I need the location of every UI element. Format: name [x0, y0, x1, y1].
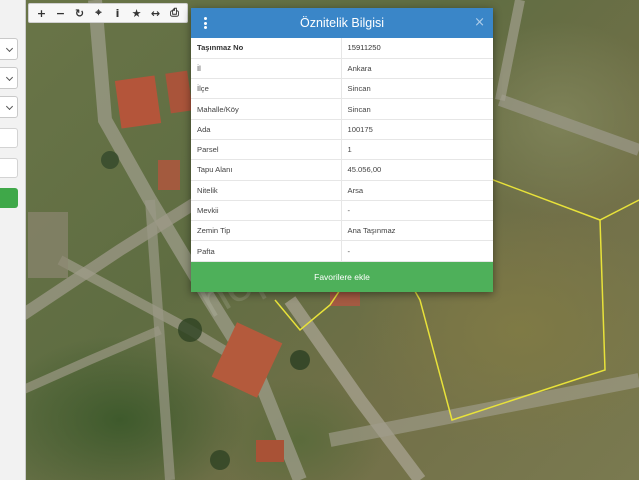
table-row: Zemin Tip Ana Taşınmaz	[191, 220, 493, 241]
left-sidebar	[0, 0, 26, 480]
attr-value: Sincan	[347, 104, 371, 114]
filter-input-1[interactable]	[0, 128, 18, 148]
attr-value: Ankara	[347, 63, 372, 73]
attr-key: Mevkii	[191, 200, 342, 221]
attr-key: Mahalle/Köy	[191, 98, 342, 120]
popup-header: Öznitelik Bilgisi ×	[191, 8, 493, 38]
info-icon[interactable]: i	[110, 5, 126, 21]
attr-value: Ana Taşınmaz	[347, 226, 396, 236]
locate-icon[interactable]: ⌖	[91, 5, 107, 21]
attr-key: Taşınmaz No	[191, 38, 342, 59]
attr-key: Parsel	[191, 139, 342, 160]
table-row: İl Ankara	[191, 58, 493, 79]
table-row: Mahalle/Köy Sincan	[191, 98, 493, 120]
attr-value: Arsa	[347, 185, 364, 195]
filter-select-2[interactable]	[0, 67, 18, 89]
attribute-table: Taşınmaz No 15911250 İl Ankara İlçe Sincan …	[191, 38, 493, 262]
filter-input-2[interactable]	[0, 158, 18, 178]
table-row: İlçe Sincan	[191, 78, 493, 99]
minus-icon[interactable]: −	[53, 5, 69, 21]
map-toolbar: + − ↻ ⌖ i ★ ↔ ⎙	[28, 3, 188, 23]
attr-key: Tapu Alanı	[191, 159, 342, 181]
attr-key: Zemin Tip	[191, 220, 342, 241]
attr-value: 15911250	[347, 43, 381, 53]
table-row: Taşınmaz No 15911250	[191, 38, 493, 59]
attribute-popup: Öznitelik Bilgisi × Taşınmaz No 15911250 …	[191, 8, 493, 292]
attr-key: İlçe	[191, 78, 342, 99]
filter-select-1[interactable]	[0, 38, 18, 60]
query-button[interactable]	[0, 188, 18, 208]
popup-title: Öznitelik Bilgisi	[299, 16, 385, 30]
table-row: Tapu Alanı 45.056,00	[191, 159, 493, 181]
attr-value: 45.056,00	[347, 165, 382, 175]
table-row: Pafta -	[191, 240, 493, 262]
table-row: Mevkii -	[191, 200, 493, 221]
attr-value: Sincan	[347, 84, 371, 94]
kebab-menu-icon[interactable]	[200, 15, 210, 31]
star-icon[interactable]: ★	[129, 5, 145, 21]
attr-value: -	[347, 246, 351, 256]
table-row: Ada 100175	[191, 119, 493, 140]
refresh-icon[interactable]: ↻	[72, 5, 88, 21]
attr-key: Pafta	[191, 240, 342, 262]
print-icon[interactable]: ⎙	[167, 5, 183, 21]
close-icon[interactable]: ×	[474, 15, 485, 30]
attr-value: 1	[347, 145, 352, 155]
table-row: Parsel 1	[191, 139, 493, 160]
attr-key: Nitelik	[191, 180, 342, 201]
attr-value: 100175	[347, 124, 373, 134]
filter-select-3[interactable]	[0, 96, 18, 118]
measure-icon[interactable]: ↔	[148, 5, 164, 21]
add-to-favorites-button[interactable]: Favorilere ekle	[191, 262, 493, 292]
plus-icon[interactable]: +	[34, 5, 50, 21]
table-row: Nitelik Arsa	[191, 180, 493, 201]
attr-key: Ada	[191, 119, 342, 140]
attr-value: -	[347, 206, 351, 216]
attr-key: İl	[191, 58, 342, 79]
